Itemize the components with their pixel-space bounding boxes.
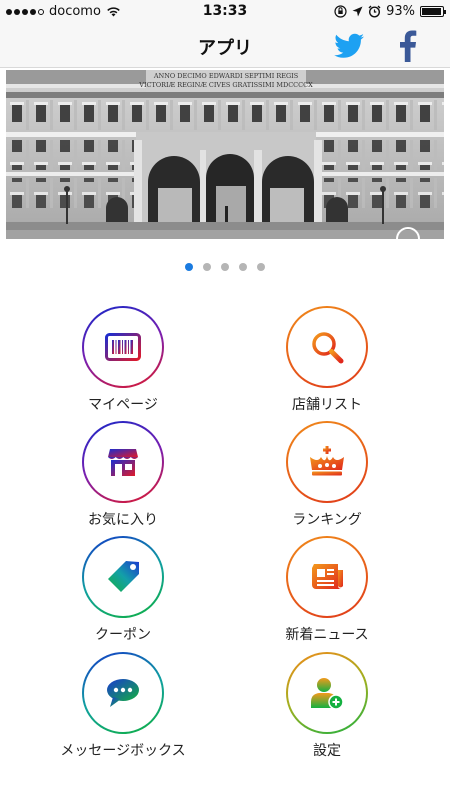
twitter-bird-icon bbox=[334, 33, 364, 58]
menu-item-ranking[interactable]: ランキング bbox=[237, 421, 417, 531]
battery-percent: 93% bbox=[386, 4, 415, 19]
facebook-button[interactable] bbox=[394, 30, 420, 62]
admiralty-arch-photo: ANNO DECIMO EDWARDI SEPTIMI REGIS VICTOR… bbox=[6, 70, 444, 239]
twitter-button[interactable] bbox=[332, 30, 366, 62]
settings-label: 設定 bbox=[313, 743, 341, 759]
message-box-circle[interactable] bbox=[82, 652, 164, 734]
price-tag-icon bbox=[108, 561, 139, 592]
storefront-icon bbox=[108, 449, 138, 476]
favorites-label: お気に入り bbox=[88, 512, 158, 528]
favorites-circle[interactable] bbox=[82, 421, 164, 503]
menu-item-message-box[interactable]: メッセージボックス bbox=[33, 652, 213, 762]
facebook-f-icon bbox=[400, 30, 417, 62]
ranking-label: ランキング bbox=[292, 512, 362, 528]
mypage-circle[interactable] bbox=[82, 306, 164, 388]
carousel-pager bbox=[0, 263, 450, 271]
menu-item-news[interactable]: 新着ニュース bbox=[237, 536, 417, 646]
inscription-line-2: VICTORIÆ REGINÆ CIVES GRATISSIMI MDCCCCX bbox=[138, 81, 313, 89]
coupon-label: クーポン bbox=[95, 627, 151, 643]
ranking-circle[interactable] bbox=[286, 421, 368, 503]
store-list-label: 店舗リスト bbox=[292, 397, 362, 413]
barcode-card-icon bbox=[105, 333, 141, 361]
store-list-circle[interactable] bbox=[286, 306, 368, 388]
coupon-circle[interactable] bbox=[82, 536, 164, 618]
orientation-lock-icon bbox=[334, 5, 347, 18]
settings-circle[interactable] bbox=[286, 652, 368, 734]
mypage-label: マイページ bbox=[88, 397, 158, 413]
news-circle[interactable] bbox=[286, 536, 368, 618]
location-arrow-icon bbox=[352, 6, 363, 17]
newspaper-icon bbox=[312, 564, 343, 589]
user-add-icon bbox=[311, 678, 344, 710]
menu-item-settings[interactable]: 設定 bbox=[237, 652, 417, 762]
status-bar: docomo 13:33 93% bbox=[0, 0, 450, 24]
menu-item-favorites[interactable]: お気に入り bbox=[33, 421, 213, 531]
news-label: 新着ニュース bbox=[285, 627, 369, 643]
menu-item-store-list[interactable]: 店舗リスト bbox=[237, 306, 417, 416]
crown-icon bbox=[310, 446, 344, 476]
pager-dot-4[interactable] bbox=[239, 263, 247, 271]
navigation-bar: アプリ bbox=[0, 24, 450, 68]
battery-icon bbox=[420, 6, 446, 17]
pager-dot-2[interactable] bbox=[203, 263, 211, 271]
pager-dot-1[interactable] bbox=[185, 263, 193, 271]
menu-item-coupon[interactable]: クーポン bbox=[33, 536, 213, 646]
chat-bubble-icon bbox=[107, 679, 139, 707]
menu-item-mypage[interactable]: マイページ bbox=[33, 306, 213, 416]
pager-dot-5[interactable] bbox=[257, 263, 265, 271]
message-box-label: メッセージボックス bbox=[60, 743, 186, 759]
banner-carousel[interactable]: ANNO DECIMO EDWARDI SEPTIMI REGIS VICTOR… bbox=[6, 70, 444, 239]
inscription-line-1: ANNO DECIMO EDWARDI SEPTIMI REGIS bbox=[153, 72, 298, 80]
page-title: アプリ bbox=[198, 38, 252, 59]
search-magnifier-icon bbox=[312, 332, 344, 364]
alarm-clock-icon bbox=[368, 5, 381, 18]
pager-dot-3[interactable] bbox=[221, 263, 229, 271]
